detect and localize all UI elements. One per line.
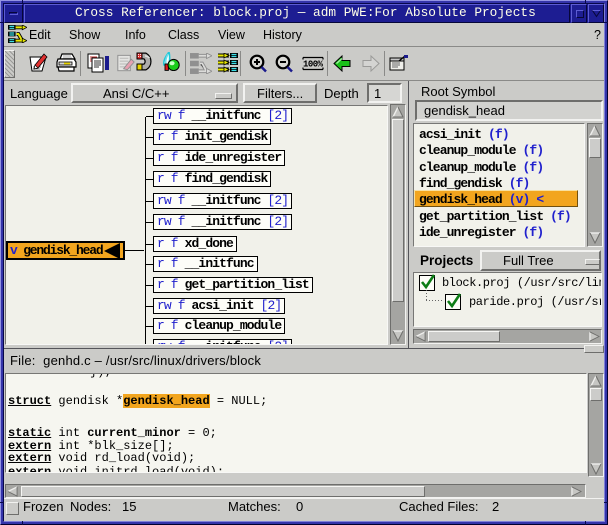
svg-text:100%: 100%	[303, 60, 324, 70]
